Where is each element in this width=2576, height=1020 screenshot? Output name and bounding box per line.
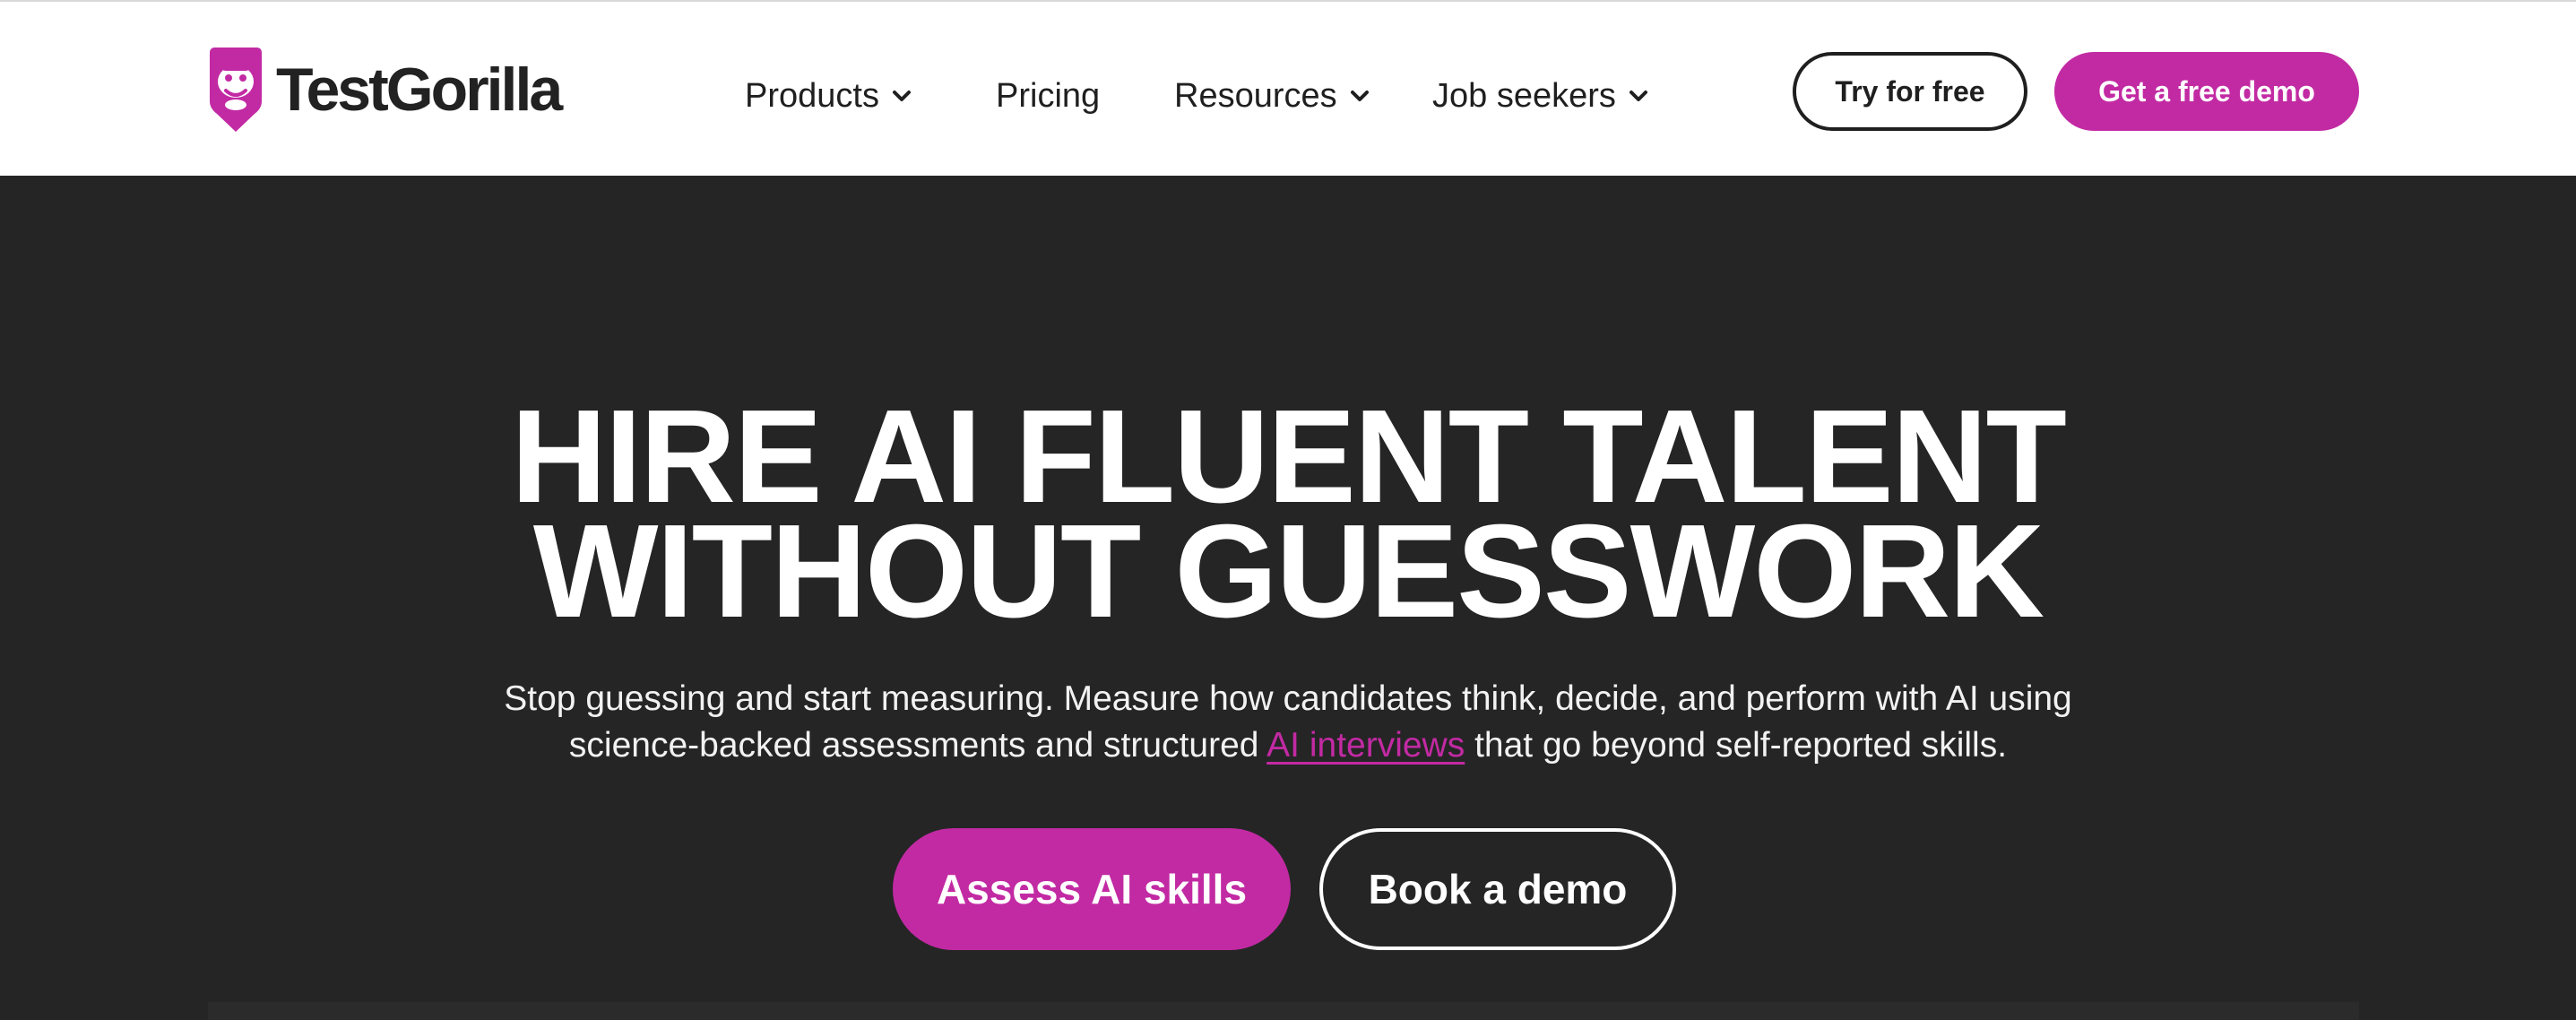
- site-header: TestGorilla Products Pricing Resources J…: [0, 0, 2576, 176]
- nav-products[interactable]: Products: [745, 69, 912, 123]
- chevron-down-icon: [1629, 91, 1647, 101]
- hero-subtitle-text-pre: science-backed assessments and structure…: [568, 726, 1267, 765]
- content-card-edge: [208, 1002, 2359, 1020]
- get-free-demo-button[interactable]: Get a free demo: [2054, 52, 2359, 131]
- gorilla-logo-icon: [210, 48, 262, 132]
- hero-title: HIRE AI FLUENT TALENT WITHOUT GUESSWORK: [0, 391, 2576, 645]
- hero-subtitle: Stop guessing and start measuring. Measu…: [0, 676, 2576, 769]
- hero-subtitle-line-1: Stop guessing and start measuring. Measu…: [504, 679, 2072, 718]
- try-for-free-button[interactable]: Try for free: [1793, 52, 2027, 131]
- book-a-demo-button[interactable]: Book a demo: [1319, 828, 1676, 950]
- hero-subtitle-text-post: that go beyond self-reported skills.: [1465, 726, 2008, 765]
- hero-subtitle-line-2: science-backed assessments and structure…: [0, 722, 2576, 769]
- nav-job-seekers[interactable]: Job seekers: [1432, 69, 1648, 123]
- nav-products-label: Products: [745, 76, 879, 115]
- hero-title-line-2: WITHOUT GUESSWORK: [532, 497, 2044, 645]
- assess-ai-skills-button[interactable]: Assess AI skills: [893, 828, 1291, 950]
- logo-text: TestGorilla: [276, 56, 563, 124]
- nav-pricing-label: Pricing: [996, 76, 1101, 115]
- ai-interviews-link[interactable]: AI interviews: [1266, 726, 1465, 765]
- logo-link[interactable]: TestGorilla: [208, 45, 563, 134]
- nav-resources-label: Resources: [1174, 76, 1337, 115]
- nav-pricing[interactable]: Pricing: [996, 69, 1100, 123]
- nav-job-seekers-label: Job seekers: [1432, 76, 1616, 115]
- chevron-down-icon: [1350, 91, 1369, 101]
- chevron-down-icon: [892, 91, 911, 101]
- nav-resources[interactable]: Resources: [1174, 69, 1370, 123]
